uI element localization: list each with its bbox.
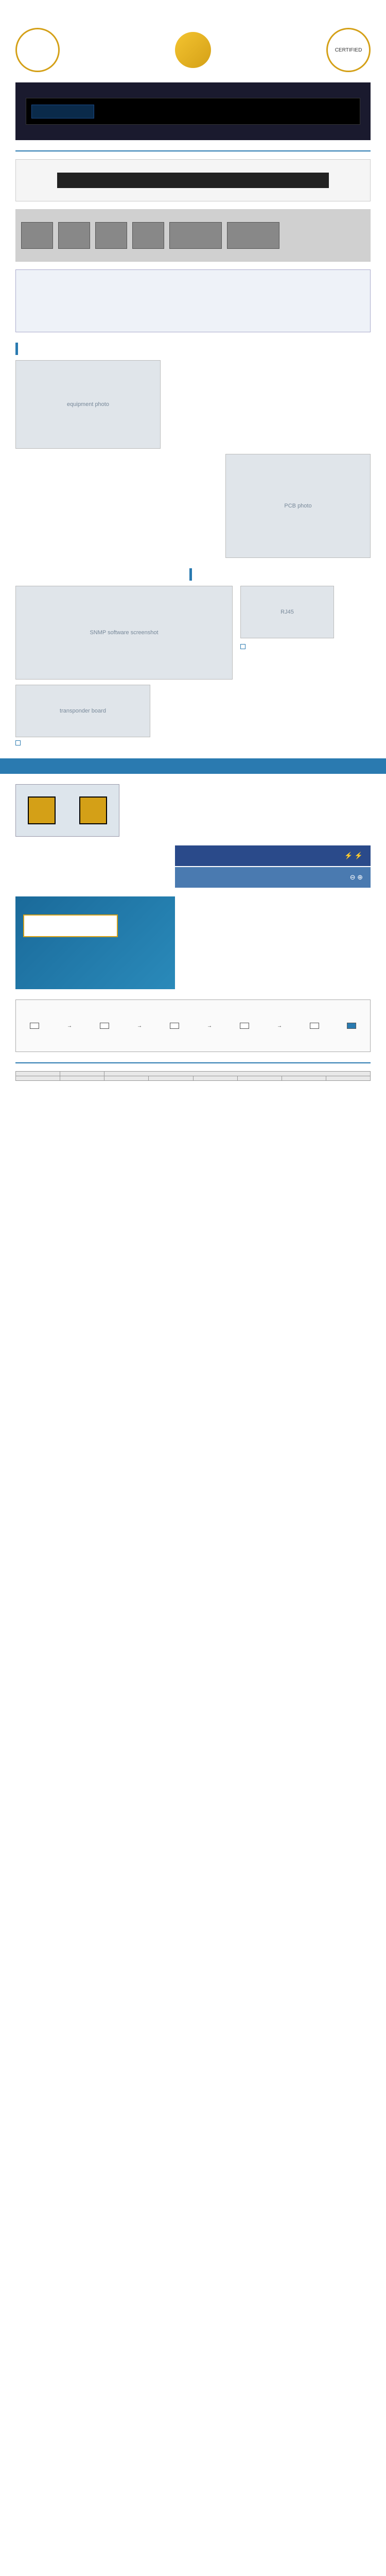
ac-bar: ⚡ ⚡	[175, 845, 371, 866]
core-text-2	[15, 454, 218, 558]
warranty-years	[175, 32, 211, 68]
th-m0	[104, 1076, 149, 1081]
net-right-1: RJ45	[240, 586, 371, 680]
port-psu2	[227, 222, 279, 249]
th-m1	[149, 1076, 193, 1081]
section-core-advantage	[15, 343, 371, 355]
certified-seal-icon: CERTIFIED	[326, 28, 371, 72]
th-items	[16, 1072, 60, 1076]
pcb-photo: PCB photo	[225, 454, 371, 558]
oem-banner	[0, 758, 386, 774]
th-perf	[104, 1072, 371, 1076]
warranty-badge	[175, 32, 211, 68]
power-bars: ⚡ ⚡ ⊖ ⊕	[175, 844, 371, 889]
device-front-photo	[26, 98, 360, 125]
parameters-table	[15, 1071, 371, 1081]
port-psu1	[169, 222, 222, 249]
section-network-transponder	[15, 568, 371, 581]
page-header	[0, 0, 386, 23]
divider	[15, 150, 371, 151]
port-output	[21, 222, 53, 249]
oem-ports-text	[127, 805, 371, 815]
node-pa	[240, 1023, 249, 1029]
back-panel-diagram	[15, 209, 371, 262]
rj45-photo: RJ45	[240, 586, 334, 638]
huawei-badge-icon	[15, 28, 60, 72]
th-unit	[60, 1072, 104, 1076]
th-m4	[282, 1076, 326, 1081]
node-olt-1	[30, 1023, 39, 1029]
monitor-text	[197, 685, 371, 748]
equipment-photo-1: equipment photo	[15, 360, 161, 449]
front-panel-diagram	[15, 159, 371, 201]
application-diagram: → → → →	[15, 999, 371, 1052]
diagram-logo	[347, 1023, 356, 1029]
device-lcd	[31, 105, 94, 118]
core-row-1: equipment photo	[15, 360, 371, 449]
output-ports-photo	[15, 784, 119, 837]
dc-bar: ⊖ ⊕	[175, 867, 371, 888]
node-rx	[310, 1023, 319, 1029]
snmp-screenshot: SNMP software screenshot	[15, 586, 233, 680]
th-m5	[326, 1076, 370, 1081]
core-row-2: PCB photo	[15, 454, 371, 558]
th-m2	[193, 1076, 237, 1081]
th-m3	[237, 1076, 282, 1081]
divider	[15, 1062, 371, 1063]
node-la	[170, 1023, 179, 1029]
rj45-label	[240, 644, 245, 649]
port-fan2	[95, 222, 127, 249]
fullwell-logo	[23, 914, 118, 937]
node-ba	[100, 1023, 109, 1029]
bar-icon	[15, 343, 18, 355]
output-port-1-icon	[28, 796, 56, 824]
rack-diagram	[15, 269, 371, 332]
net-row-2: transponder board	[15, 685, 371, 748]
badges-row: CERTIFIED	[0, 23, 386, 77]
product-hero	[15, 82, 371, 140]
transponder-photo: transponder board	[15, 685, 150, 737]
output-port-2-icon	[79, 796, 107, 824]
th-model-label	[16, 1076, 60, 1081]
port-rj45	[132, 222, 164, 249]
core-text-1	[168, 360, 371, 449]
th-blank	[60, 1076, 104, 1081]
port-fan1	[58, 222, 90, 249]
logo-card	[15, 896, 175, 989]
front-bezel	[57, 173, 329, 188]
net-left-2: transponder board	[15, 685, 189, 748]
bar-icon	[189, 568, 192, 581]
oem-logo-row	[15, 896, 371, 989]
net-row-1: SNMP software screenshot RJ45	[15, 586, 371, 680]
table-head	[16, 1072, 371, 1081]
snmp-label	[15, 740, 21, 745]
oem-ports-row	[15, 784, 371, 837]
oem-power-row: ⚡ ⚡ ⊖ ⊕	[15, 844, 371, 889]
